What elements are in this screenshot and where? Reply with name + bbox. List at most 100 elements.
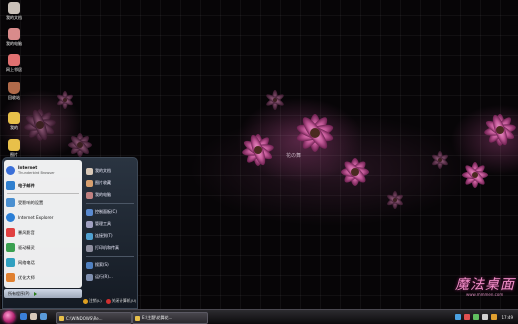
shutdown-button[interactable]: 关闭计算机(U) — [105, 298, 137, 304]
arrow-right-icon — [33, 291, 37, 296]
desktop-icon-my-documents[interactable]: 我的文档 — [3, 2, 25, 21]
start-place-item[interactable]: 图片收藏 — [86, 178, 111, 188]
start-item-email[interactable]: 电子邮件 — [6, 180, 35, 191]
start-place-label: 我的电脑 — [95, 192, 111, 197]
folder-icon — [59, 315, 64, 321]
start-place-label: 我的文档 — [95, 168, 111, 173]
antivirus-icon[interactable] — [464, 314, 471, 320]
start-place-label: 搜索(S) — [95, 262, 109, 267]
power-buttons: 注销(L) 关闭计算机(U) — [83, 296, 137, 306]
start-menu-programs-pane: Internet Thunderbird Browser 电子邮件 受影响的设置 … — [4, 160, 82, 288]
all-programs-button[interactable]: 所有程序(P) — [4, 289, 82, 298]
ie-icon[interactable] — [20, 313, 27, 320]
all-programs-label: 所有程序(P) — [8, 290, 30, 296]
start-item-title: 驱动精灵 — [18, 244, 35, 250]
clock[interactable]: 17:49 — [501, 315, 513, 320]
start-item-subtitle: Thunderbird Browser — [18, 171, 55, 175]
run-icon — [86, 273, 93, 281]
folder-icon — [8, 112, 20, 124]
start-place-item[interactable]: 连接到(T) — [86, 231, 113, 241]
folder-icon — [135, 315, 140, 321]
start-place-item[interactable]: 搜索(S) — [86, 260, 109, 270]
start-item-recent[interactable]: 网络电话 — [6, 257, 35, 268]
start-item-internet[interactable]: Internet Thunderbird Browser — [6, 163, 55, 177]
start-place-item[interactable]: 控制面板(C) — [86, 207, 117, 217]
start-place-label: 连接到(T) — [95, 233, 113, 238]
phone-icon — [6, 258, 15, 267]
divider — [86, 256, 134, 257]
desktop-icon-network-places[interactable]: 网上邻居 — [3, 54, 25, 73]
show-desktop-icon[interactable] — [30, 313, 37, 320]
key-icon — [83, 298, 88, 304]
taskbar-window-button[interactable]: C:\WINDOWS\Re... — [56, 312, 132, 324]
start-item-title: 电子邮件 — [18, 182, 35, 188]
folder-icon — [8, 139, 20, 151]
start-place-item[interactable]: 管理工具 — [86, 219, 111, 229]
connect-icon — [86, 232, 93, 240]
ie-icon — [6, 213, 15, 222]
browser-icon — [6, 165, 15, 175]
network-places-icon — [8, 54, 20, 66]
start-menu: Internet Thunderbird Browser 电子邮件 受影响的设置 … — [2, 157, 138, 309]
power-icon — [105, 298, 111, 304]
pictures-icon — [86, 179, 93, 187]
logoff-label: 注销(L) — [89, 298, 102, 303]
desktop-icon-folder[interactable]: 图片 — [3, 139, 25, 158]
start-item-title: 暴风影音 — [18, 229, 35, 235]
logoff-button[interactable]: 注销(L) — [83, 298, 102, 304]
taskbar: C:\WINDOWS\Re... E:\主题\花舞花... 17:49 — [0, 309, 518, 324]
desktop-icon-label: 我的文档 — [6, 15, 22, 20]
start-place-item[interactable]: 运行(R)... — [86, 272, 113, 282]
search-icon — [86, 261, 93, 269]
start-place-item[interactable]: 我的电脑 — [86, 190, 111, 200]
start-item-title: Internet Explorer — [18, 215, 54, 220]
recycle-bin-icon — [8, 82, 20, 94]
start-button[interactable] — [3, 311, 15, 323]
my-documents-icon — [8, 2, 20, 14]
shutdown-label: 关闭计算机(U) — [111, 298, 137, 303]
start-item-title: Internet — [18, 165, 38, 170]
divider — [86, 203, 134, 204]
network-icon[interactable] — [455, 314, 462, 320]
start-item-recent[interactable]: 驱动精灵 — [6, 242, 35, 253]
media-player-icon[interactable] — [40, 313, 47, 320]
tools-icon — [86, 220, 93, 228]
settings-icon — [6, 198, 15, 207]
start-item-recent[interactable]: 受影响的设置 — [6, 197, 43, 208]
start-place-label: 控制面板(C) — [95, 209, 117, 214]
my-computer-icon — [8, 28, 20, 40]
optimizer-icon — [6, 273, 15, 282]
desktop-icon-label: 网上邻居 — [6, 67, 22, 72]
taskbar-window-button[interactable]: E:\主题\花舞花... — [132, 312, 208, 324]
desktop-icon-my-computer[interactable]: 我的电脑 — [3, 28, 25, 47]
start-place-label: 打印机和传真 — [95, 245, 119, 250]
wallpaper-caption: 花の舞 — [286, 153, 302, 159]
driver-icon — [6, 243, 15, 252]
desktop-icon-label: 回收站 — [8, 95, 20, 100]
start-place-item[interactable]: 打印机和传真 — [86, 243, 119, 253]
start-item-title: 网络电话 — [18, 259, 35, 265]
start-item-recent[interactable]: 暴风影音 — [6, 227, 35, 238]
start-place-item[interactable]: 我的文档 — [86, 166, 111, 176]
desktop-icon-label: 我的 — [10, 125, 18, 130]
desktop-icon-folder[interactable]: 我的 — [3, 112, 25, 131]
taskbar-window-label: E:\主题\花舞花... — [142, 315, 173, 320]
divider — [7, 193, 79, 194]
my-documents-icon — [86, 167, 93, 175]
start-item-title: 优化大师 — [18, 274, 35, 280]
email-icon — [6, 181, 15, 190]
update-icon[interactable] — [473, 314, 480, 320]
start-item-recent[interactable]: 优化大师 — [6, 272, 35, 283]
start-item-recent[interactable]: Internet Explorer — [6, 212, 53, 223]
start-place-label: 运行(R)... — [95, 274, 113, 279]
desktop-icon-recycle-bin[interactable]: 回收站 — [3, 82, 25, 101]
start-menu-places-pane: 我的文档 图片收藏 我的电脑 控制面板(C) 管理工具 连接到(T) 打印机和传… — [84, 160, 136, 288]
system-tray: 17:49 — [418, 312, 516, 322]
start-place-label: 管理工具 — [95, 221, 111, 226]
volume-icon[interactable] — [482, 314, 489, 320]
taskbar-window-label: C:\WINDOWS\Re... — [66, 315, 103, 321]
im-icon[interactable] — [491, 314, 498, 320]
media-player-icon — [6, 228, 15, 237]
start-item-title: 受影响的设置 — [18, 199, 44, 205]
brand-logo: 魔法桌面 — [455, 277, 515, 293]
